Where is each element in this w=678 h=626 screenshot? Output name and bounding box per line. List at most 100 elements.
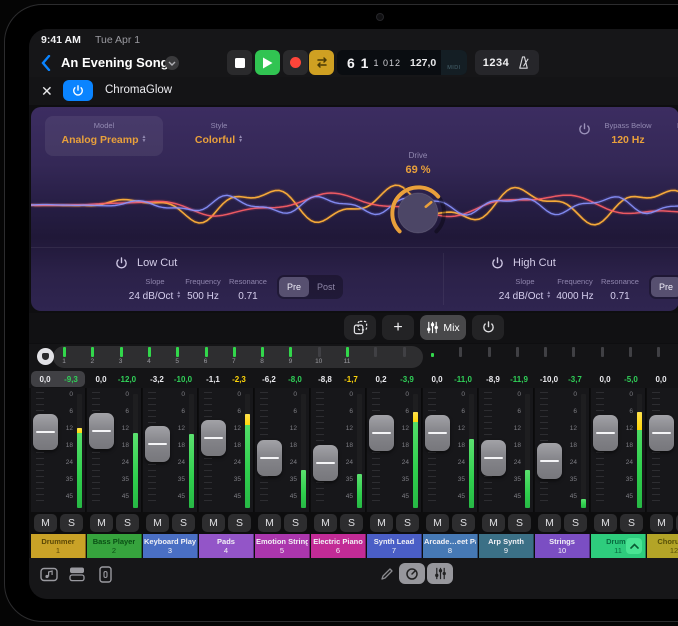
edit-button[interactable]: [375, 564, 399, 584]
overview-mini-meter[interactable]: [120, 347, 123, 357]
overview-mini-meter[interactable]: [629, 347, 632, 357]
add-track-button[interactable]: +: [382, 315, 414, 340]
model-selector[interactable]: Model Analog Preamp▲▼: [45, 116, 163, 156]
drive-knob[interactable]: [386, 181, 450, 245]
low-cut-post-button[interactable]: Post: [311, 277, 341, 297]
db-readout[interactable]: -1,1-2,3: [199, 371, 253, 387]
cycle-button[interactable]: [309, 50, 334, 75]
overview-mini-meter[interactable]: [572, 347, 575, 357]
track-name-block[interactable]: Emotion Strings5: [255, 534, 310, 558]
fader-handle[interactable]: [425, 415, 450, 451]
mixer-view-button[interactable]: [427, 563, 453, 584]
overview-mini-meter[interactable]: [346, 347, 349, 357]
mute-button[interactable]: M: [482, 514, 505, 532]
overview-mini-meter[interactable]: [148, 347, 151, 357]
track-name-block[interactable]: Arp Synth9: [479, 534, 534, 558]
low-cut-resonance[interactable]: Resonance 0.71: [223, 277, 273, 304]
fader-handle[interactable]: [313, 445, 338, 481]
db-readout[interactable]: -8,8-1,7: [311, 371, 365, 387]
overview-mini-meter[interactable]: [318, 347, 321, 357]
db-readout[interactable]: -3,2-10,0: [143, 371, 197, 387]
stop-button[interactable]: [227, 50, 252, 75]
song-title[interactable]: An Evening Song: [61, 55, 169, 70]
solo-button[interactable]: S: [340, 514, 363, 532]
overview-mini-meter[interactable]: [601, 347, 604, 357]
db-readout[interactable]: -6,2-8,0: [255, 371, 309, 387]
overview-mini-meter[interactable]: [289, 347, 292, 357]
overview-mini-meter[interactable]: [63, 347, 66, 357]
play-surface-button[interactable]: [93, 564, 117, 584]
song-title-dropdown[interactable]: [165, 56, 179, 70]
overview-mini-meter[interactable]: [261, 347, 264, 357]
overview-mini-meter[interactable]: [544, 347, 547, 357]
mute-button[interactable]: M: [650, 514, 673, 532]
db-readout[interactable]: -8,9-11,9: [479, 371, 533, 387]
solo-button[interactable]: S: [172, 514, 195, 532]
track-name-block[interactable]: Drums11: [591, 534, 646, 558]
fader-handle[interactable]: [593, 415, 618, 451]
low-cut-slope[interactable]: Slope 24 dB/Oct▲▼: [127, 277, 183, 304]
solo-button[interactable]: S: [508, 514, 531, 532]
play-button[interactable]: [255, 50, 280, 75]
fader-handle[interactable]: [89, 413, 114, 449]
fader-handle[interactable]: [201, 420, 226, 456]
mute-button[interactable]: M: [34, 514, 57, 532]
track-name-block[interactable]: Keyboard Player3: [143, 534, 198, 558]
db-readout[interactable]: -10,0-3,7: [535, 371, 589, 387]
mute-button[interactable]: M: [314, 514, 337, 532]
overview-mini-meter[interactable]: [516, 347, 519, 357]
track-overview-strip[interactable]: 1234567891011: [29, 344, 678, 370]
mute-button[interactable]: M: [90, 514, 113, 532]
high-cut-slope[interactable]: Slope 24 dB/Oct▲▼: [497, 277, 553, 304]
bypass-below-control[interactable]: Bypass Below 120 Hz: [597, 121, 659, 148]
mute-button[interactable]: M: [202, 514, 225, 532]
db-readout[interactable]: 0,2-3,9: [367, 371, 421, 387]
high-cut-frequency[interactable]: Frequency 4000 Hz: [549, 277, 601, 304]
fader-handle[interactable]: [481, 440, 506, 476]
track-name-block[interactable]: Drummer1: [31, 534, 86, 558]
track-name-block[interactable]: Electric Piano6: [311, 534, 366, 558]
plugins-button[interactable]: [65, 564, 89, 584]
overview-mini-meter[interactable]: [431, 353, 434, 357]
lcd-display[interactable]: 6 1 1 012 127,0 4/4 C maj MIDI: [337, 50, 467, 75]
bypass-power-icon[interactable]: [578, 123, 591, 136]
solo-button[interactable]: S: [396, 514, 419, 532]
fader-handle[interactable]: [649, 415, 674, 451]
mute-button[interactable]: M: [538, 514, 561, 532]
solo-button[interactable]: S: [116, 514, 139, 532]
overview-mini-meter[interactable]: [205, 347, 208, 357]
record-button[interactable]: [283, 50, 308, 75]
solo-button[interactable]: S: [564, 514, 587, 532]
db-readout[interactable]: 0,0-9,3: [31, 371, 85, 387]
expand-track-button[interactable]: [626, 538, 642, 554]
metronome-icon[interactable]: [516, 55, 531, 70]
mix-button[interactable]: Mix: [420, 315, 466, 340]
overview-mini-meter[interactable]: [374, 347, 377, 357]
db-readout[interactable]: 0,0-5,0: [591, 371, 645, 387]
mute-button[interactable]: M: [426, 514, 449, 532]
mixer-power-button[interactable]: [472, 315, 504, 340]
style-selector[interactable]: Style Colorful▲▼: [179, 121, 259, 148]
low-cut-pre-button[interactable]: Pre: [279, 277, 309, 297]
overview-filter-icon[interactable]: [37, 348, 54, 365]
solo-button[interactable]: S: [284, 514, 307, 532]
mute-button[interactable]: M: [258, 514, 281, 532]
track-name-block[interactable]: Synth Lead7: [367, 534, 422, 558]
overview-mini-meter[interactable]: [488, 347, 491, 357]
mute-button[interactable]: M: [370, 514, 393, 532]
track-name-block[interactable]: Bass Player2: [87, 534, 142, 558]
mute-button[interactable]: M: [146, 514, 169, 532]
fader-handle[interactable]: [33, 414, 58, 450]
track-name-block[interactable]: Chorus V12: [647, 534, 678, 558]
overview-mini-meter[interactable]: [233, 347, 236, 357]
high-cut-resonance[interactable]: Resonance 0.71: [595, 277, 645, 304]
overview-mini-meter[interactable]: [403, 347, 406, 357]
plugin-power-toggle[interactable]: [63, 80, 93, 101]
back-chevron-icon[interactable]: [41, 55, 51, 71]
solo-button[interactable]: S: [228, 514, 251, 532]
duplicate-button[interactable]: [344, 315, 376, 340]
fader-handle[interactable]: [537, 443, 562, 479]
solo-button[interactable]: S: [452, 514, 475, 532]
overview-mini-meter[interactable]: [657, 347, 660, 357]
overview-mini-meter[interactable]: [459, 347, 462, 357]
